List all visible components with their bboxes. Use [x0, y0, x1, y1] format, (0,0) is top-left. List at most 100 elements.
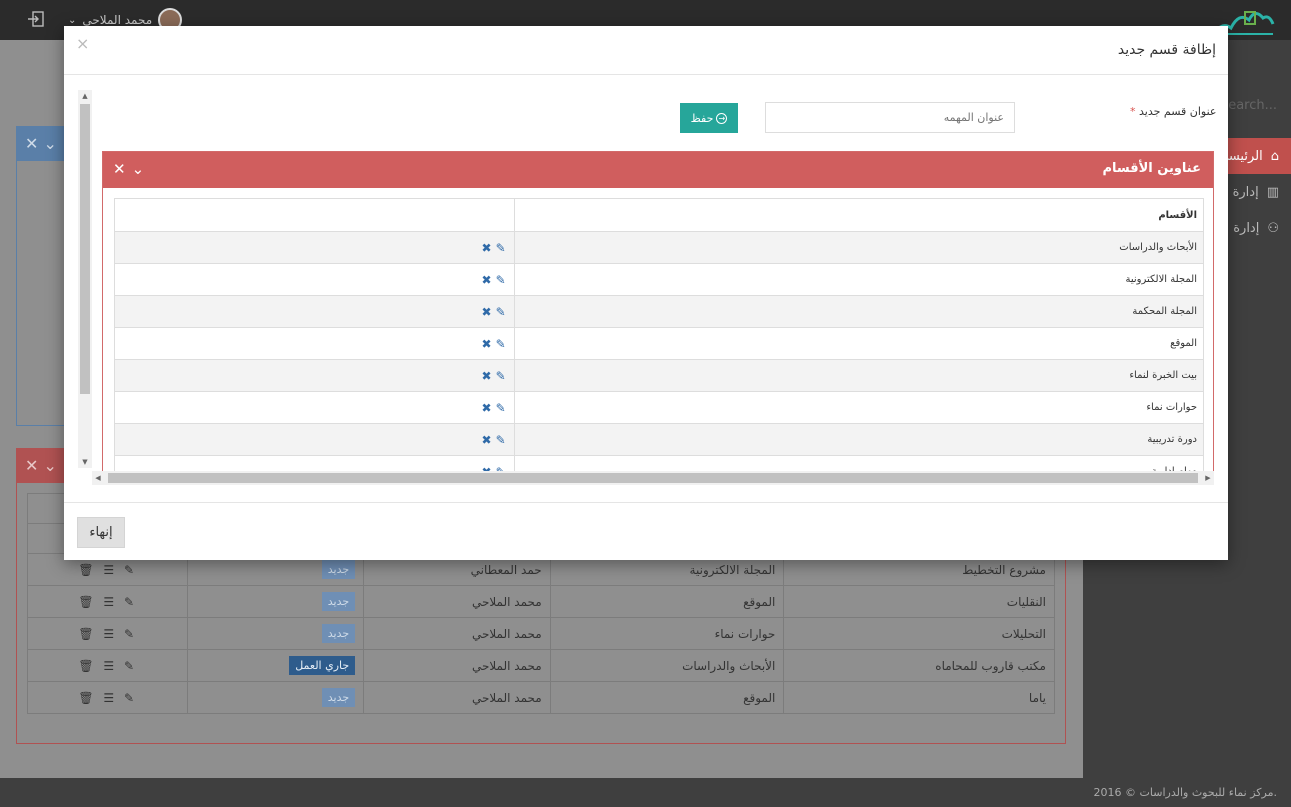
close-icon[interactable]: ✕	[113, 160, 132, 178]
table-row: ✖ ✎ حوارات نماء	[114, 391, 1205, 424]
table-cell: محمد الملاحي	[363, 585, 551, 618]
edit-icon[interactable]: ✎	[496, 401, 506, 415]
table-cell: محمد الملاحي	[363, 681, 551, 714]
section-name: الأبحاث والدراسات	[513, 231, 1205, 264]
panel-header: ✕⌄ عناوين الأقسام	[103, 152, 1213, 188]
table-cell: محمد الملاحي	[363, 617, 551, 650]
table-cell: الموقع	[549, 681, 785, 714]
table-row: ✖✎ مهام ادارية	[114, 455, 1205, 471]
section-name: الموقع	[513, 327, 1205, 360]
edit-icon[interactable]: ✎	[496, 337, 506, 351]
section-name: مهام ادارية	[513, 455, 1205, 471]
row-actions: ✖✎	[114, 359, 515, 392]
add-section-modal: × إظافة قسم جديد ▲ ▼ * عنوان قسم جديد حف…	[64, 26, 1228, 560]
delete-icon[interactable]: ✖	[482, 305, 492, 319]
delete-icon[interactable]: ✖	[482, 273, 492, 287]
edit-icon[interactable]: ✎	[496, 273, 506, 287]
row-actions: ✖✎	[114, 295, 515, 328]
delete-icon[interactable]: ✖	[482, 433, 492, 447]
vertical-scrollbar[interactable]: ▲ ▼	[78, 90, 92, 468]
table-cell: ياما	[783, 681, 1055, 714]
status-badge: جديد	[321, 592, 356, 611]
field-label-text: عنوان قسم جديد	[1139, 105, 1217, 118]
delete-icon[interactable]: ✖	[482, 401, 492, 415]
status-badge: جاري العمل	[289, 656, 356, 675]
modal-title: إظافة قسم جديد	[1117, 42, 1216, 58]
scroll-up-arrow[interactable]: ▲	[78, 90, 92, 102]
row-actions: ✖✎	[114, 231, 515, 264]
modal-header: × إظافة قسم جديد	[64, 26, 1228, 75]
column-header-actions	[114, 198, 515, 232]
footer-copyright: 2016 © مركز نماء للبحوث والدراسات.	[1093, 786, 1277, 799]
edit-icon[interactable]: ✎	[496, 369, 506, 383]
table-row: 🗑 ☰ ✎ جديد محمد الملاحي الموقع النقليات	[26, 585, 1055, 618]
field-label: * عنوان قسم جديد	[1124, 105, 1217, 118]
column-header-sections: الأقسام	[513, 198, 1205, 232]
section-name: بيت الخبرة لنماء	[513, 359, 1205, 392]
table-cell: محمد الملاحي	[363, 649, 551, 682]
table-row: ✖ ✎ الأبحاث والدراسات	[114, 231, 1205, 264]
row-actions: ✖✎	[114, 263, 515, 296]
user-name: محمد الملاحي	[82, 13, 153, 27]
section-title-input[interactable]	[765, 102, 1015, 133]
modal-footer: إنهاء	[64, 502, 1228, 560]
scroll-down-arrow[interactable]: ▼	[78, 456, 92, 468]
row-actions: ✖✎	[114, 423, 515, 456]
panel-controls[interactable]: ✕⌄	[113, 160, 150, 178]
scroll-thumb[interactable]	[108, 473, 1198, 483]
edit-icon[interactable]: ✎	[496, 241, 506, 255]
section-name: المجلة المحكمة	[513, 295, 1205, 328]
table-row: ✖ ✎ المجلة المحكمة	[114, 295, 1205, 328]
table-row: ✖ ✎ دورة تدريبية	[114, 423, 1205, 456]
table-row: 🗑 ☰ ✎ جاري العمل محمد الملاحي الأبحاث وا…	[26, 649, 1055, 682]
user-icon: ⚇	[1267, 220, 1279, 236]
sections-panel: ✕⌄ عناوين الأقسام الأقسام ✖ ✎ الأبحاث وال…	[102, 151, 1214, 471]
status-badge: جديد	[321, 624, 356, 643]
table-row: 🗑 ☰ ✎ جديد محمد الملاحي حوارات نماء التح…	[26, 617, 1055, 650]
row-actions[interactable]: 🗑 ☰ ✎	[26, 585, 189, 618]
panel-title: عناوين الأقسام	[1102, 161, 1201, 176]
blue-panel: ✕ ⌄	[16, 126, 66, 426]
section-name: المجلة الالكترونية	[513, 263, 1205, 296]
table-row: ✖ ✎ بيت الخبرة لنماء	[114, 359, 1205, 392]
delete-icon[interactable]: ✖	[482, 337, 492, 351]
delete-icon[interactable]: ✖	[482, 241, 492, 255]
table-row: ✖ ✎ المجلة الالكترونية	[114, 263, 1205, 296]
sections-table: الأقسام ✖ ✎ الأبحاث والدراسات ✖ ✎ المجلة ا…	[114, 198, 1205, 471]
required-mark: *	[1130, 105, 1136, 118]
table-cell: مكتب قاروب للمحاماه	[783, 649, 1055, 682]
edit-icon[interactable]: ✎	[496, 433, 506, 447]
section-name: حوارات نماء	[513, 391, 1205, 424]
table-row: ✖ ✎ الموقع	[114, 327, 1205, 360]
chevron-down-icon[interactable]: ⌄	[132, 160, 151, 178]
status-badge: جديد	[321, 688, 356, 707]
row-actions[interactable]: 🗑 ☰ ✎	[26, 681, 189, 714]
status-badge: جديد	[321, 560, 356, 579]
table-row: 🗑 ☰ ✎ جديد محمد الملاحي الموقع ياما	[26, 681, 1055, 714]
panel-controls[interactable]: ✕ ⌄	[17, 449, 67, 483]
row-actions: ✖✎	[114, 391, 515, 424]
sidebar-item-label: إدارة ا	[1225, 220, 1260, 236]
row-actions[interactable]: 🗑 ☰ ✎	[26, 617, 189, 650]
row-actions: ✖✎	[114, 455, 515, 471]
delete-icon[interactable]: ✖	[482, 369, 492, 383]
table-cell: التحليلات	[783, 617, 1055, 650]
scroll-left-arrow[interactable]: ◀	[92, 471, 104, 485]
scroll-right-arrow[interactable]: ▶	[1202, 471, 1214, 485]
arrow-right-circle-icon: →	[716, 112, 728, 124]
row-actions[interactable]: 🗑 ☰ ✎	[26, 649, 189, 682]
search-input[interactable]: Search...	[1220, 98, 1277, 113]
panel-controls[interactable]: ✕ ⌄	[17, 127, 65, 161]
edit-icon[interactable]: ✎	[496, 305, 506, 319]
table-cell: الأبحاث والدراسات	[549, 649, 785, 682]
horizontal-scrollbar[interactable]: ◀ ▶	[92, 471, 1214, 485]
close-icon[interactable]: ×	[76, 34, 89, 53]
save-label: حفظ	[690, 111, 714, 125]
save-button[interactable]: حفظ →	[680, 103, 738, 133]
chevron-down-icon: ⌄	[68, 14, 77, 26]
section-name: دورة تدريبية	[513, 423, 1205, 456]
home-icon: ⌂	[1270, 148, 1279, 164]
scroll-thumb[interactable]	[80, 104, 90, 394]
finish-button[interactable]: إنهاء	[77, 517, 125, 548]
logout-icon[interactable]	[26, 10, 46, 30]
